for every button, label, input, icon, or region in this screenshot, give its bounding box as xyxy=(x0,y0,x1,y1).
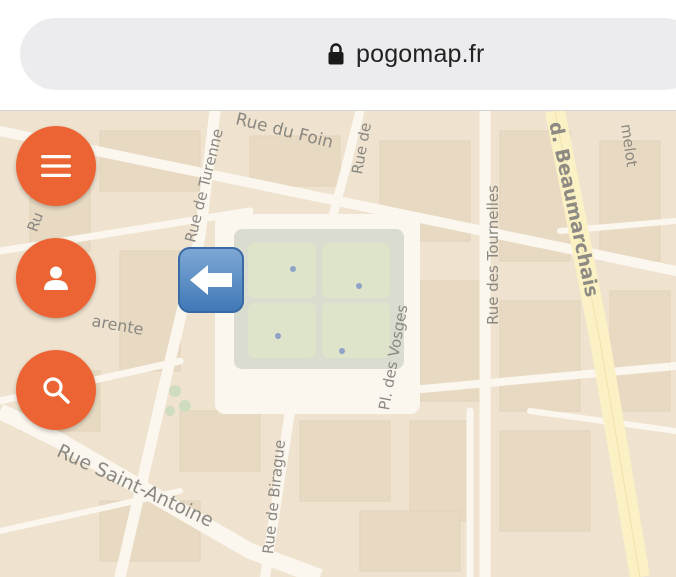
url-text: pogomap.fr xyxy=(356,39,485,68)
left-arrow-icon xyxy=(190,265,232,295)
search-button[interactable] xyxy=(16,350,96,430)
search-icon xyxy=(43,377,70,404)
url-display[interactable]: pogomap.fr xyxy=(328,37,484,71)
map-view[interactable]: Rue du Foin Rue de Turenne Rue de Ru Rue… xyxy=(0,111,676,577)
street-label-rue-des-tournelles: Rue des Tournelles xyxy=(484,185,502,325)
profile-button[interactable] xyxy=(16,238,96,318)
person-icon xyxy=(44,266,68,290)
menu-button[interactable] xyxy=(16,126,96,206)
lock-icon xyxy=(328,43,344,65)
back-arrow-button[interactable] xyxy=(178,247,244,313)
browser-toolbar: pogomap.fr xyxy=(0,0,676,111)
hamburger-icon xyxy=(41,155,71,177)
